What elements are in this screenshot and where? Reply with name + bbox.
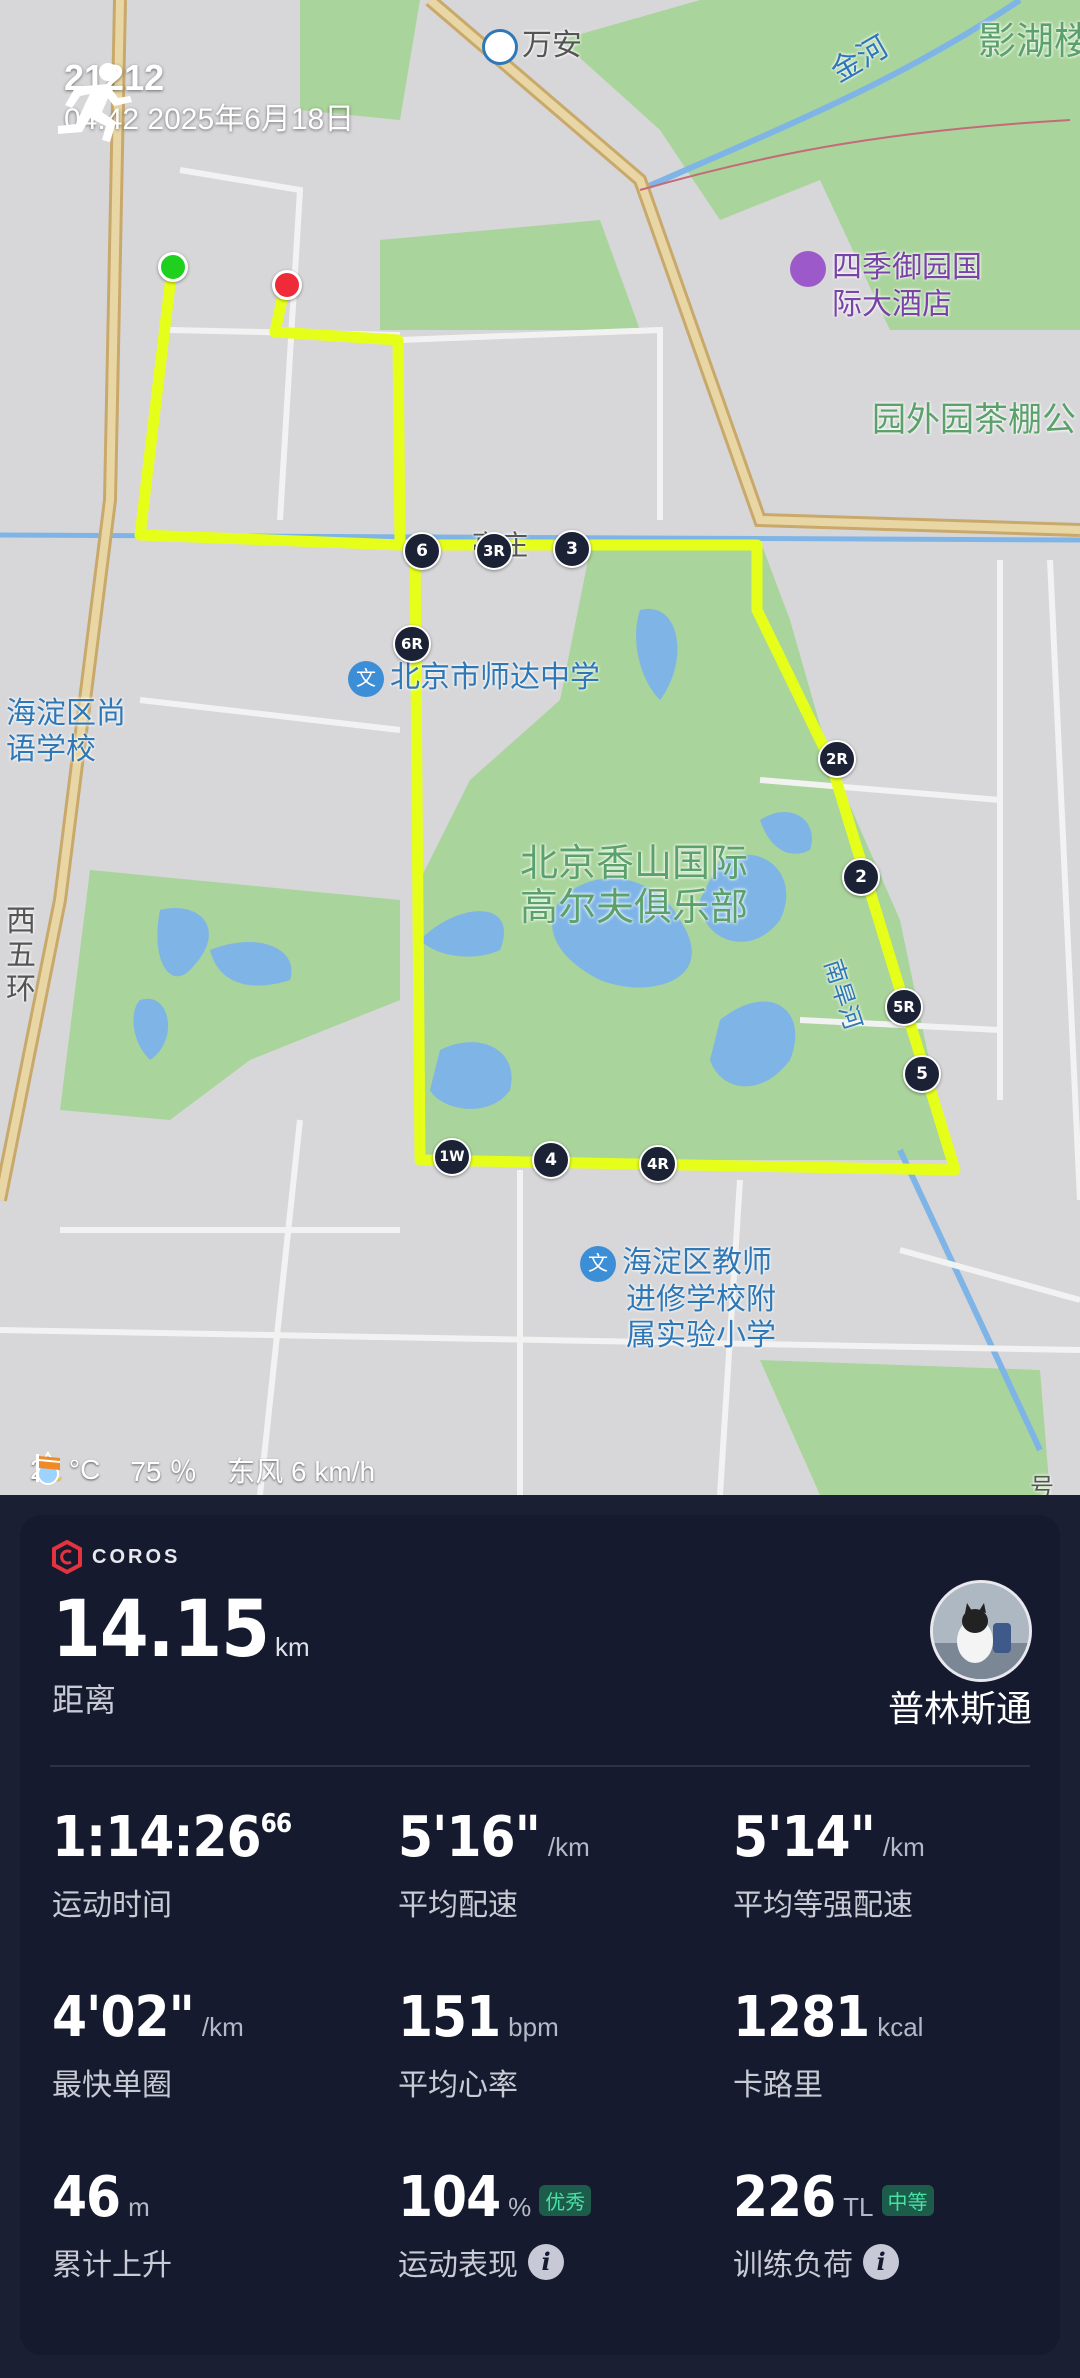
lap-marker[interactable]: 4R [639,1145,677,1183]
metro-wanan-label: 万安 [482,28,582,66]
distance-value: 14.15 [52,1585,270,1675]
school-icon: 文 [580,1246,616,1283]
calories-unit: kcal [877,2012,924,2042]
lap-marker[interactable]: 4 [532,1141,570,1179]
stat-ascent: 46 m 累计上升 [52,2165,372,2284]
grade-pace-label: 平均等强配速 [733,1889,913,1922]
heart-rate-value: 151 [398,1985,501,2050]
map-graphic [0,0,1080,1495]
avg-pace-label: 平均配速 [398,1889,518,1922]
username[interactable]: 普林斯通 [888,1680,1032,1732]
school-jinxiu-label: 文海淀区教师 进修学校附 属实验小学 [580,1245,776,1354]
school-shangyu-label: 海淀区尚 语学校 [6,697,126,766]
training-load-label: 训练负荷 [733,2249,853,2282]
stat-grade-pace: 5'14"/km 平均等强配速 [733,1805,1053,1924]
ascent-value: 46 [52,2165,121,2230]
ascent-unit: m [128,2192,150,2222]
yinghu-label: 影湖楼 [978,21,1080,63]
brand-logo: COROS [50,1540,180,1574]
distance-display: 14.15 km [52,1585,310,1675]
hotel-label: 四季御园国 际大酒店 [790,250,982,323]
performance-badge: 优秀 [539,2185,592,2217]
stat-duration: 1:14:2666 运动时间 [52,1805,372,1924]
golf-club-label: 北京香山国际 高尔夫俱乐部 [520,843,749,929]
corner-label: 号 [1030,1474,1054,1495]
heart-rate-label: 平均心率 [398,2069,518,2102]
fastest-lap-label: 最快单圈 [52,2069,172,2102]
performance-value: 104 [398,2165,501,2230]
fastest-lap-unit: /km [201,2012,244,2042]
divider [50,1765,1030,1767]
ring-road-label: 西五环 [6,905,36,1006]
training-load-value: 226 [733,2165,836,2230]
stat-training-load: 226 TL 中等 训练负荷 i [733,2165,1053,2284]
lap-marker[interactable]: 3R [475,532,513,570]
school-shida-label: 文北京市师达中学 [348,660,600,698]
school-icon: 文 [348,661,384,698]
calories-value: 1281 [733,1985,870,2050]
weather-bar: 21 °C 75 ％ 东风 6 km/h [30,1450,405,1490]
info-icon[interactable]: i [528,2244,564,2280]
fastest-lap-value: 4'02" [52,1985,195,2050]
activity-screen: 万安 影湖楼 金河 四季御园国际大酒店 园外园茶棚公 亭庄 文北京市师达中学 海… [0,0,1080,2378]
lap-marker[interactable]: 6 [403,532,441,570]
duration-value: 1:14:26 [52,1805,262,1870]
grade-pace-unit: /km [882,1832,925,1862]
ascent-label: 累计上升 [52,2249,172,2282]
lap-marker[interactable]: 3 [553,530,591,568]
activity-header: 21212 04:42 2025年6月18日 [50,58,354,142]
duration-label: 运动时间 [52,1889,172,1922]
stats-card: COROS 14.15 km 距离 普林斯通 1:14:2666 运动时间 5'1… [20,1515,1060,2355]
humidity-value: 75 ％ [130,1456,198,1487]
calories-label: 卡路里 [733,2069,823,2102]
hotel-pin-icon [790,251,826,288]
performance-label: 运动表现 [398,2249,518,2282]
lap-marker[interactable]: 6R [393,625,431,663]
wind-flag-icon [36,1454,61,1482]
stat-avg-pace: 5'16"/km 平均配速 [398,1805,718,1924]
end-point-icon [272,270,302,300]
distance-unit: km [274,1632,310,1662]
avatar[interactable] [930,1580,1032,1682]
brand-name: COROS [92,1545,181,1568]
stat-calories: 1281 kcal 卡路里 [733,1985,1053,2104]
stat-performance: 104% 优秀 运动表现 i [398,2165,718,2284]
start-point-icon [158,252,188,282]
wind-value: 东风 6 km/h [227,1456,376,1487]
duration-hundredths: 66 [260,1809,293,1839]
heart-rate-unit: bpm [508,2012,559,2042]
grade-pace-value: 5'14" [733,1805,876,1870]
lap-marker[interactable]: 1W [433,1138,471,1176]
distance-label: 距离 [52,1682,117,1718]
route-map[interactable]: 万安 影湖楼 金河 四季御园国际大酒店 园外园茶棚公 亭庄 文北京市师达中学 海… [0,0,1080,1495]
lap-marker[interactable]: 5 [903,1055,941,1093]
running-icon [58,63,132,142]
stat-fastest-lap: 4'02"/km 最快单圈 [52,1985,372,2104]
training-load-unit: TL [843,2192,874,2222]
stat-heart-rate: 151 bpm 平均心率 [398,1985,718,2104]
avatar-image [933,1583,1029,1679]
avg-pace-unit: /km [547,1832,590,1862]
info-icon[interactable]: i [863,2244,899,2280]
lap-marker[interactable]: 2 [842,858,880,896]
lap-marker[interactable]: 2R [818,740,856,778]
lap-marker[interactable]: 5R [885,988,923,1026]
yuanwai-label: 园外园茶棚公 [872,401,1076,439]
metro-icon [482,29,518,66]
coros-logo-icon [52,1540,82,1574]
training-load-badge: 中等 [881,2185,934,2217]
performance-unit: % [508,2192,532,2222]
avg-pace-value: 5'16" [398,1805,541,1870]
